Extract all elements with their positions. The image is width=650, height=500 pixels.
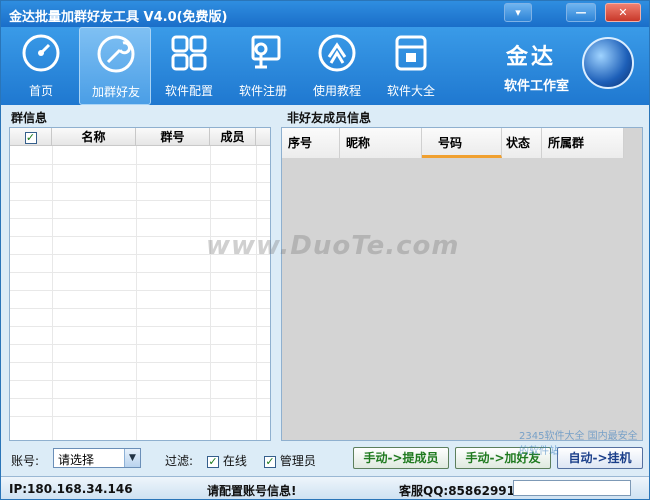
col-name[interactable]: 名称 [52, 128, 136, 146]
window-title: 金达批量加群好友工具 V4.0(免费版) [9, 10, 228, 25]
dashboard-icon [22, 34, 60, 72]
globe-icon [582, 37, 634, 89]
tutorial-icon [318, 34, 356, 72]
group-table[interactable]: ✓ 名称 群号 成员 [9, 127, 271, 441]
online-label: 在线 [222, 454, 247, 468]
tool-home-label: 首页 [28, 84, 53, 98]
grid-line [10, 326, 270, 327]
grid-line [136, 146, 137, 440]
col-status[interactable]: 状态 [502, 128, 542, 158]
grid-line [10, 308, 270, 309]
title-bar: 金达批量加群好友工具 V4.0(免费版) ▾ — ✕ [1, 1, 649, 27]
filter-admin[interactable]: ✓ 管理员 [264, 452, 316, 469]
main-window: 金达批量加群好友工具 V4.0(免费版) ▾ — ✕ 首页 加群好友 软件配置 … [0, 0, 650, 500]
grid-line [256, 146, 257, 440]
extract-members-button[interactable]: 手动->提成员 [353, 447, 449, 469]
grid-line [10, 398, 270, 399]
tool-tutorial[interactable]: 使用教程 [301, 27, 373, 105]
tool-software-config-label: 软件配置 [164, 84, 213, 98]
col-index[interactable]: 序号 [282, 128, 340, 158]
close-button[interactable]: ✕ [605, 3, 641, 22]
grid-line [10, 344, 270, 345]
group-panel-title: 群信息 [11, 111, 48, 125]
brand-logo: 金达 [506, 44, 557, 70]
corner-watermark: 2345软件大全 国内最安全的软件站 [513, 421, 649, 473]
tools-icon [97, 35, 135, 73]
grid-line [10, 164, 270, 165]
filter-online[interactable]: ✓ 在线 [207, 452, 247, 469]
brand: 金达 软件工作室 [496, 35, 646, 99]
select-all-cell[interactable]: ✓ [10, 128, 52, 146]
col-group[interactable]: 所属群 [542, 128, 624, 158]
grid-line [210, 146, 211, 440]
tool-home[interactable]: 首页 [5, 27, 77, 105]
tool-tutorial-label: 使用教程 [312, 84, 361, 98]
account-select[interactable]: 请选择 ▼ [53, 448, 141, 468]
tool-software-collection[interactable]: 软件大全 [375, 27, 447, 105]
col-members[interactable]: 成员 [210, 128, 256, 146]
status-bar: IP:180.168.34.146 请配置账号信息! 客服QQ:85862991… [1, 476, 649, 499]
chevron-down-icon[interactable]: ▼ [124, 449, 140, 467]
watermark: www.DuoTe.com [206, 231, 460, 261]
status-message: 请配置账号信息! [207, 484, 297, 498]
admin-checkbox[interactable]: ✓ [264, 455, 276, 468]
box-icon [395, 35, 427, 71]
member-table[interactable]: 序号 昵称 号码 状态 所属群 [281, 127, 643, 441]
tool-add-group-friends[interactable]: 加群好友 [79, 27, 151, 105]
member-panel-title: 非好友成员信息 [287, 111, 372, 125]
grid-line [10, 182, 270, 183]
ip-address: IP:180.168.34.146 [9, 482, 133, 496]
group-table-header: ✓ 名称 群号 成员 [10, 128, 270, 146]
toolbar: 首页 加群好友 软件配置 软件注册 使用教程 软件大全 金达 软件工作室 [1, 27, 649, 105]
grid-line [10, 362, 270, 363]
tool-software-collection-label: 软件大全 [386, 84, 435, 98]
col-nickname[interactable]: 昵称 [340, 128, 422, 158]
tool-add-group-friends-label: 加群好友 [91, 85, 140, 99]
col-number[interactable]: 号码 [422, 128, 502, 158]
select-all-checkbox[interactable]: ✓ [24, 131, 37, 144]
menu-button[interactable]: ▾ [504, 3, 532, 22]
tool-software-register-label: 软件注册 [238, 84, 287, 98]
grid-line [10, 290, 270, 291]
tool-software-register[interactable]: 软件注册 [227, 27, 299, 105]
grid-line [10, 380, 270, 381]
support-qq: 客服QQ:858629912 [399, 484, 524, 498]
filter-label: 过滤: [165, 454, 194, 468]
brand-subtitle: 软件工作室 [504, 79, 570, 94]
corner-watermark-text: 2345软件大全 国内最安全的软件站 [519, 431, 638, 457]
online-checkbox[interactable]: ✓ [207, 455, 219, 468]
admin-label: 管理员 [279, 454, 316, 468]
register-icon [251, 35, 281, 69]
grid-line [10, 272, 270, 273]
progress-bar [513, 480, 631, 496]
grid-line [10, 416, 270, 417]
col-group-number[interactable]: 群号 [136, 128, 210, 146]
grid-line [52, 146, 53, 440]
account-label: 账号: [11, 454, 40, 468]
minimize-button[interactable]: — [566, 3, 596, 22]
grid-icon [171, 35, 207, 71]
grid-line [10, 200, 270, 201]
tool-software-config[interactable]: 软件配置 [153, 27, 225, 105]
account-select-value: 请选择 [58, 453, 95, 467]
grid-line [10, 218, 270, 219]
